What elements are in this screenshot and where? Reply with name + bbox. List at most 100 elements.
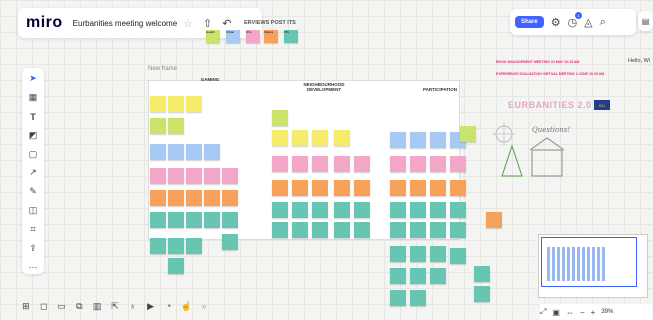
sticky-note[interactable] [204, 212, 220, 228]
sticky-note[interactable] [450, 248, 466, 264]
screen-icon[interactable]: ▭ [56, 301, 68, 312]
export-icon[interactable]: ⇧ [203, 17, 212, 30]
select-cursor-icon[interactable]: ➤ [24, 72, 42, 86]
sticky-note-icon[interactable]: ◩ [24, 128, 42, 142]
sticky-note[interactable] [410, 202, 426, 218]
zoom-out-icon[interactable]: − [580, 308, 585, 317]
sticky-note[interactable] [168, 212, 184, 228]
apps-icon[interactable]: ⊞ [20, 301, 32, 312]
more-icon[interactable]: ⋯ [24, 260, 42, 274]
tag-health[interactable]: Health [206, 30, 220, 43]
sticky-note[interactable] [410, 156, 426, 172]
sticky-note[interactable] [334, 130, 350, 146]
sticky-note[interactable] [354, 156, 370, 172]
sticky-note[interactable] [390, 132, 406, 148]
sticky-note[interactable] [390, 180, 406, 196]
frame-label[interactable]: New frame [148, 66, 177, 72]
sticky-note[interactable] [410, 246, 426, 262]
sticky-note[interactable] [186, 190, 202, 206]
sticky-note[interactable] [150, 212, 166, 228]
chat-icon[interactable]: ◻ [38, 301, 50, 312]
sticky-note[interactable] [150, 190, 166, 206]
comment-icon[interactable]: ◫ [24, 204, 42, 218]
sticky-note[interactable] [292, 156, 308, 172]
sticky-note[interactable] [168, 144, 184, 160]
tag-cvs[interactable]: CVs [246, 30, 260, 43]
sticky-note[interactable] [168, 168, 184, 184]
tag-eu[interactable]: FTs [284, 30, 298, 43]
sticky-note[interactable] [390, 202, 406, 218]
vote-icon[interactable]: ♁ [127, 301, 139, 311]
sticky-note[interactable] [292, 130, 308, 146]
star-icon[interactable]: ☆ [183, 17, 193, 30]
sticky-note[interactable] [186, 144, 202, 160]
sticky-note[interactable] [430, 132, 446, 148]
frame-icon[interactable]: ⌗ [24, 223, 42, 237]
zoom-level[interactable]: 39% [601, 309, 613, 315]
sticky-note[interactable] [168, 118, 184, 134]
sticky-note[interactable] [204, 144, 220, 160]
sticky-note[interactable] [150, 238, 166, 254]
sticky-note[interactable] [334, 156, 350, 172]
sticky-note[interactable] [334, 222, 350, 238]
sticky-note[interactable] [272, 222, 288, 238]
sticky-note[interactable] [292, 180, 308, 196]
sticky-note[interactable] [486, 212, 502, 228]
sticky-note[interactable] [272, 180, 288, 196]
sticky-note[interactable] [312, 202, 328, 218]
sticky-note[interactable] [450, 180, 466, 196]
sticky-note[interactable] [272, 130, 288, 146]
sticky-note[interactable] [450, 202, 466, 218]
sticky-note[interactable] [222, 234, 238, 250]
bell-icon[interactable]: ◬ [584, 16, 592, 29]
sticky-note[interactable] [292, 202, 308, 218]
sticky-note[interactable] [390, 156, 406, 172]
templates-icon[interactable]: ▦ [24, 91, 42, 105]
sticky-note[interactable] [312, 180, 328, 196]
pen-icon[interactable]: ✎ [24, 185, 42, 199]
sticky-note[interactable] [186, 96, 202, 112]
zoom-in-icon[interactable]: + [591, 308, 596, 317]
timer-icon[interactable]: ◔ [163, 301, 175, 311]
sticky-note[interactable] [430, 202, 446, 218]
tag-urban[interactable]: Urban [226, 30, 240, 43]
sticky-note[interactable] [410, 268, 426, 284]
sticky-note[interactable] [222, 168, 238, 184]
fullscreen-icon[interactable]: ⤢ [540, 307, 546, 317]
minimap[interactable] [538, 234, 648, 298]
sticky-note[interactable] [222, 212, 238, 228]
sticky-note[interactable] [292, 222, 308, 238]
sticky-note[interactable] [430, 246, 446, 262]
sticky-note[interactable] [204, 190, 220, 206]
kanban-icon[interactable]: ▥ [91, 301, 103, 312]
sticky-note[interactable] [390, 268, 406, 284]
sticky-note[interactable] [150, 144, 166, 160]
sticky-note[interactable] [354, 180, 370, 196]
sticky-note[interactable] [390, 290, 406, 306]
sticky-note[interactable] [312, 130, 328, 146]
share-button[interactable]: Share [515, 16, 544, 28]
sticky-note[interactable] [168, 96, 184, 112]
sticky-note[interactable] [430, 268, 446, 284]
sticky-note[interactable] [334, 202, 350, 218]
sticky-note[interactable] [168, 258, 184, 274]
sticky-note[interactable] [410, 180, 426, 196]
sticky-note[interactable] [272, 156, 288, 172]
share-screen-icon[interactable]: ⇱ [109, 301, 121, 312]
sticky-note[interactable] [312, 222, 328, 238]
sticky-note[interactable] [204, 168, 220, 184]
search-icon[interactable]: ⌕ [600, 16, 606, 29]
sticky-note[interactable] [272, 110, 288, 126]
shape-icon[interactable]: ▢ [24, 147, 42, 161]
sticky-note[interactable] [430, 180, 446, 196]
map-icon[interactable]: ▣ [552, 308, 560, 317]
sticky-note[interactable] [312, 156, 328, 172]
sticky-note[interactable] [168, 190, 184, 206]
sticky-note[interactable] [410, 222, 426, 238]
undo-icon[interactable]: ↶ [222, 17, 231, 30]
sticky-note[interactable] [168, 238, 184, 254]
sticky-note[interactable] [460, 126, 476, 142]
sticky-note[interactable] [410, 132, 426, 148]
sticky-note[interactable] [354, 222, 370, 238]
sticky-note[interactable] [430, 156, 446, 172]
